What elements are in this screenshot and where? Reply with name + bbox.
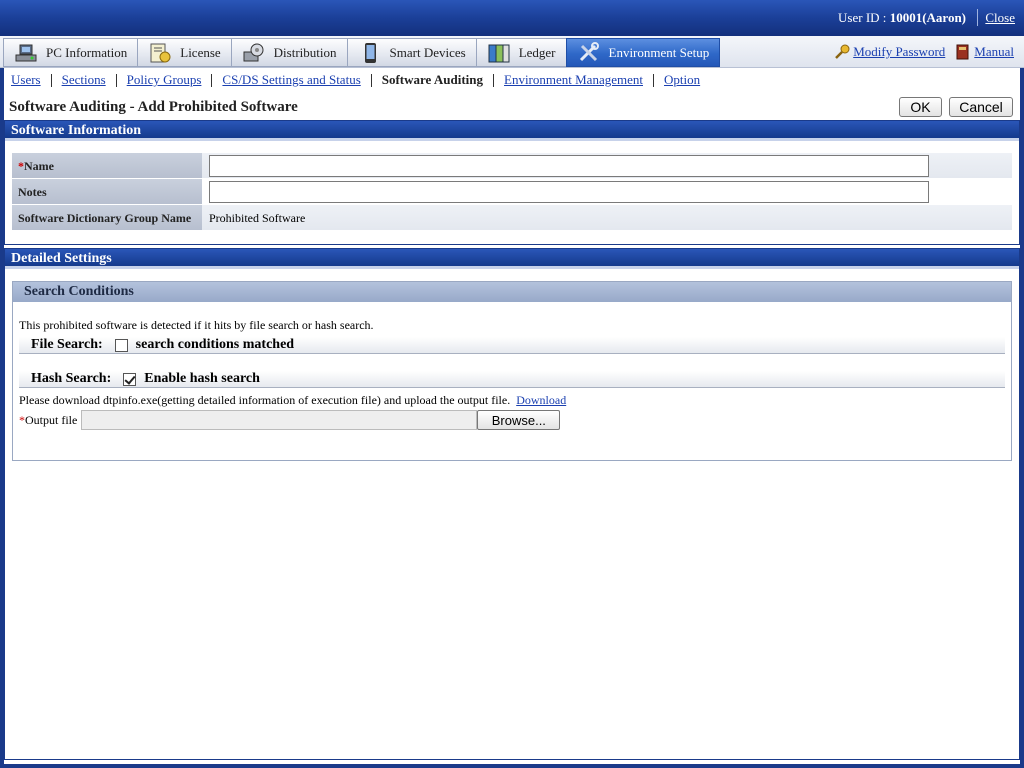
tools-icon — [577, 41, 601, 64]
group-name-value: Prohibited Software — [209, 211, 306, 225]
distribution-icon — [242, 42, 266, 64]
book-icon — [955, 44, 971, 60]
tab-label: Ledger — [518, 44, 556, 60]
sub-navigation: Users Sections Policy Groups CS/DS Setti… — [4, 68, 1020, 92]
tab-smart-devices[interactable]: Smart Devices — [346, 38, 476, 67]
group-name-label: Software Dictionary Group Name — [12, 205, 202, 231]
top-bar: User ID : 10001(Aaron) Close — [0, 0, 1024, 36]
subnav-sections[interactable]: Sections — [62, 72, 106, 88]
notes-input[interactable] — [209, 181, 929, 203]
cancel-button[interactable]: Cancel — [949, 97, 1013, 117]
ledger-icon — [487, 42, 511, 64]
output-file-row: * Output file Browse... — [19, 410, 561, 430]
hash-search-row: Hash Search: Enable hash search — [19, 371, 1005, 388]
key-icon — [834, 44, 850, 60]
subnav-divider — [115, 73, 117, 87]
subnav-option[interactable]: Option — [664, 72, 700, 88]
user-id-label: User ID : — [838, 10, 890, 25]
tab-label: Smart Devices — [389, 44, 466, 60]
ok-button[interactable]: OK — [899, 97, 942, 117]
subnav-divider — [493, 73, 494, 87]
name-label: *Name — [12, 153, 202, 179]
section-heading: Software Information — [5, 121, 1019, 141]
smart-device-icon — [358, 42, 382, 64]
subnav-divider — [211, 73, 213, 87]
output-file-label: Output file — [25, 412, 78, 427]
user-id-value: 10001(Aaron) — [889, 10, 966, 25]
hash-search-label: Hash Search: — [31, 371, 112, 386]
search-conditions-heading: Search Conditions — [13, 282, 1011, 302]
page-title: Software Auditing - Add Prohibited Softw… — [9, 99, 298, 115]
manual-link[interactable]: Manual — [974, 44, 1014, 60]
utility-links: Modify Password Manual — [834, 44, 1014, 60]
user-info: User ID : 10001(Aaron) — [838, 10, 966, 26]
file-search-option-label[interactable]: search conditions matched — [136, 337, 294, 353]
modify-password-link[interactable]: Modify Password — [853, 44, 945, 60]
close-link[interactable]: Close — [985, 10, 1015, 26]
tab-distribution[interactable]: Distribution — [230, 38, 347, 67]
subnav-environment-management[interactable]: Environment Management — [504, 72, 643, 88]
form-row-group: Software Dictionary Group Name Prohibite… — [12, 205, 1012, 231]
tab-environment-setup[interactable]: Environment Setup — [565, 38, 721, 67]
tab-label: PC Information — [46, 44, 128, 60]
file-search-label: File Search: — [31, 337, 103, 352]
file-search-row: File Search: search conditions matched — [19, 337, 1005, 354]
subnav-users[interactable]: Users — [11, 72, 41, 88]
subnav-software-auditing: Software Auditing — [381, 72, 483, 87]
file-search-checkbox[interactable] — [114, 338, 128, 352]
hash-search-checkbox[interactable] — [123, 372, 137, 386]
subnav-csds-settings[interactable]: CS/DS Settings and Status — [222, 72, 360, 88]
name-input[interactable] — [209, 155, 929, 177]
form-row-notes: Notes — [12, 179, 1012, 205]
group-name-cell: Prohibited Software — [202, 205, 1012, 231]
pc-info-icon — [14, 42, 38, 64]
subnav-divider — [50, 73, 52, 87]
form-row-name: *Name — [12, 153, 1012, 179]
tab-label: License — [180, 44, 221, 60]
subnav-divider — [370, 73, 372, 87]
download-instruction: Please download dtpinfo.exe(getting deta… — [19, 393, 566, 408]
hash-search-option-label[interactable]: Enable hash search — [144, 371, 260, 387]
software-info-form: *Name Notes Software Dictionary Group Na… — [12, 153, 1012, 231]
page-header: Software Auditing - Add Prohibited Softw… — [4, 94, 1020, 120]
license-icon — [148, 42, 172, 64]
software-information-section: Software Information *Name Notes Softwar… — [4, 120, 1020, 245]
notes-cell — [202, 179, 1012, 205]
download-instruction-text: Please download dtpinfo.exe(getting deta… — [19, 393, 511, 407]
detailed-settings-section: Detailed Settings Search Conditions This… — [4, 248, 1020, 760]
main-tab-bar: PC Information License Distribution Smar… — [0, 36, 1024, 68]
search-conditions-panel: Search Conditions This prohibited softwa… — [12, 281, 1012, 461]
tab-license[interactable]: License — [137, 38, 231, 67]
section-heading: Detailed Settings — [5, 249, 1019, 269]
manual-group: Manual — [955, 44, 1014, 60]
output-file-input[interactable] — [81, 410, 478, 430]
search-description: This prohibited software is detected if … — [19, 318, 374, 332]
subnav-divider — [653, 73, 654, 87]
download-link[interactable]: Download — [516, 393, 566, 407]
browse-button[interactable]: Browse... — [477, 410, 561, 430]
subnav-policy-groups[interactable]: Policy Groups — [127, 72, 202, 88]
header-divider — [977, 9, 978, 26]
tab-label: Distribution — [273, 44, 337, 60]
tab-ledger[interactable]: Ledger — [475, 38, 566, 67]
modify-password-group: Modify Password — [834, 44, 945, 60]
tab-label: Environment Setup — [608, 44, 710, 60]
name-cell — [202, 153, 1012, 179]
tab-pc-information[interactable]: PC Information — [3, 38, 138, 67]
notes-label: Notes — [12, 179, 202, 205]
